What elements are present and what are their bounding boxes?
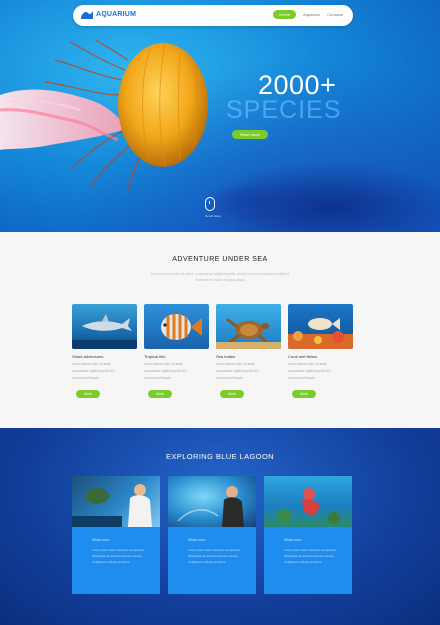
feature-card: Coral reef fishes Lorem ipsum dolor sit … [288, 304, 353, 398]
card-text: do eiusmod tempor [144, 376, 172, 380]
adventure-section: ADVENTURE UNDER SEA Lorem ipsum dolor si… [0, 232, 440, 428]
card-label[interactable]: Read more [284, 538, 301, 542]
card-text: do eiusmod tempor [72, 376, 100, 380]
top-navbar: AQUARIUM Home Aquarium Contacts [73, 5, 353, 26]
fish-icon [161, 314, 202, 340]
aquarium-visitor-icon [72, 484, 152, 527]
shark-image[interactable] [72, 304, 137, 349]
visitor-silhouette-icon [177, 486, 244, 527]
nav-item-contacts[interactable]: Contacts [327, 12, 343, 17]
card-more-button[interactable]: More [76, 390, 100, 398]
card-label[interactable]: Read more [92, 538, 109, 542]
turtle-icon [216, 318, 281, 349]
brand-logo[interactable]: AQUARIUM [81, 10, 136, 19]
card-label[interactable]: Read more [188, 538, 205, 542]
card-more-button[interactable]: More [220, 390, 244, 398]
lagoon-card: Read more Lorem ipsum dolor sit amet con… [168, 476, 256, 594]
exploring-section: EXPLORING BLUE LAGOON Read more Lorem ip… [0, 428, 440, 625]
card-text: consectetur adipiscing elit sed [216, 369, 259, 373]
card-text: Lorem ipsum dolor sit amet [216, 362, 255, 366]
card-text: incididunt ut labore et dolore [284, 560, 322, 564]
card-more-button[interactable]: More [148, 390, 172, 398]
wave-icon [81, 11, 93, 19]
card-text: incididunt ut labore et dolore [188, 560, 226, 564]
feature-card: Tropical fish Lorem ipsum dolor sit amet… [144, 304, 209, 398]
sea-turtle-image[interactable] [216, 304, 281, 349]
card-text: do eiusmod tempor [288, 376, 316, 380]
feature-card: Shark adventures Lorem ipsum dolor sit a… [72, 304, 137, 398]
card-text: consectetur adipiscing elit sed [144, 369, 187, 373]
card-text: Lorem ipsum dolor sit amet consectetur [284, 548, 337, 552]
card-text: Lorem ipsum dolor sit amet [72, 362, 111, 366]
card-text: Lorem ipsum dolor sit amet [288, 362, 327, 366]
card-title: Tropical fish [144, 354, 166, 359]
card-text: consectetur adipiscing elit sed [288, 369, 331, 373]
card-text: do eiusmod tempor [216, 376, 244, 380]
adventure-subtitle-line: Lorem ipsum dolor sit amet, consectetur … [150, 272, 290, 276]
tropical-fish-image[interactable] [144, 304, 209, 349]
adventure-title: ADVENTURE UNDER SEA [172, 256, 268, 263]
brand-name: AQUARIUM [96, 11, 137, 18]
diver-aquarium-image[interactable] [72, 476, 160, 527]
card-text: Lorem ipsum dolor sit amet consectetur [188, 548, 241, 552]
card-title: Shark adventures [72, 354, 104, 359]
card-text: Lorem ipsum dolor sit amet consectetur [92, 548, 145, 552]
lagoon-card: Read more Lorem ipsum dolor sit amet con… [72, 476, 160, 594]
coral-fish-image[interactable] [288, 304, 353, 349]
card-text: adipiscing elit sed do eiusmod tempor [284, 554, 335, 558]
coral-icon [288, 318, 353, 349]
tunnel-visitor-image[interactable] [168, 476, 256, 527]
snorkeler-icon [277, 488, 340, 524]
nav-item-home[interactable]: Home [273, 10, 297, 19]
jellyfish-image [0, 40, 208, 190]
feature-card: Sea turtles Lorem ipsum dolor sit amet c… [216, 304, 281, 398]
exploring-title: EXPLORING BLUE LAGOON [165, 452, 274, 461]
card-text: adipiscing elit sed do eiusmod tempor [188, 554, 239, 558]
card-text: incididunt ut labore et dolore [92, 560, 130, 564]
snorkeler-image[interactable] [264, 476, 352, 527]
card-text: Lorem ipsum dolor sit amet [144, 362, 183, 366]
card-text: adipiscing elit sed do eiusmod tempor [92, 554, 143, 558]
card-title: Coral reef fishes [288, 354, 318, 359]
adventure-subtitle-line: ut labore et dolore magna aliqua [194, 278, 246, 282]
card-more-button[interactable]: More [292, 390, 316, 398]
nav-item-aquarium[interactable]: Aquarium [303, 12, 320, 17]
lagoon-card: Read more Lorem ipsum dolor sit amet con… [264, 476, 352, 594]
shark-icon [72, 314, 137, 349]
card-title: Sea turtles [216, 354, 236, 359]
hero-section: AQUARIUM Home Aquarium Contacts 2000+ SP… [0, 0, 440, 232]
mouse-scroll-icon[interactable] [205, 197, 215, 211]
main-nav: Home Aquarium Contacts [273, 10, 343, 19]
hero-species: SPECIES [226, 96, 342, 124]
scroll-caption: Scroll down [205, 214, 221, 218]
hero-read-more-button[interactable]: Read more [232, 130, 268, 139]
card-text: consectetur adipiscing elit sed [72, 369, 115, 373]
